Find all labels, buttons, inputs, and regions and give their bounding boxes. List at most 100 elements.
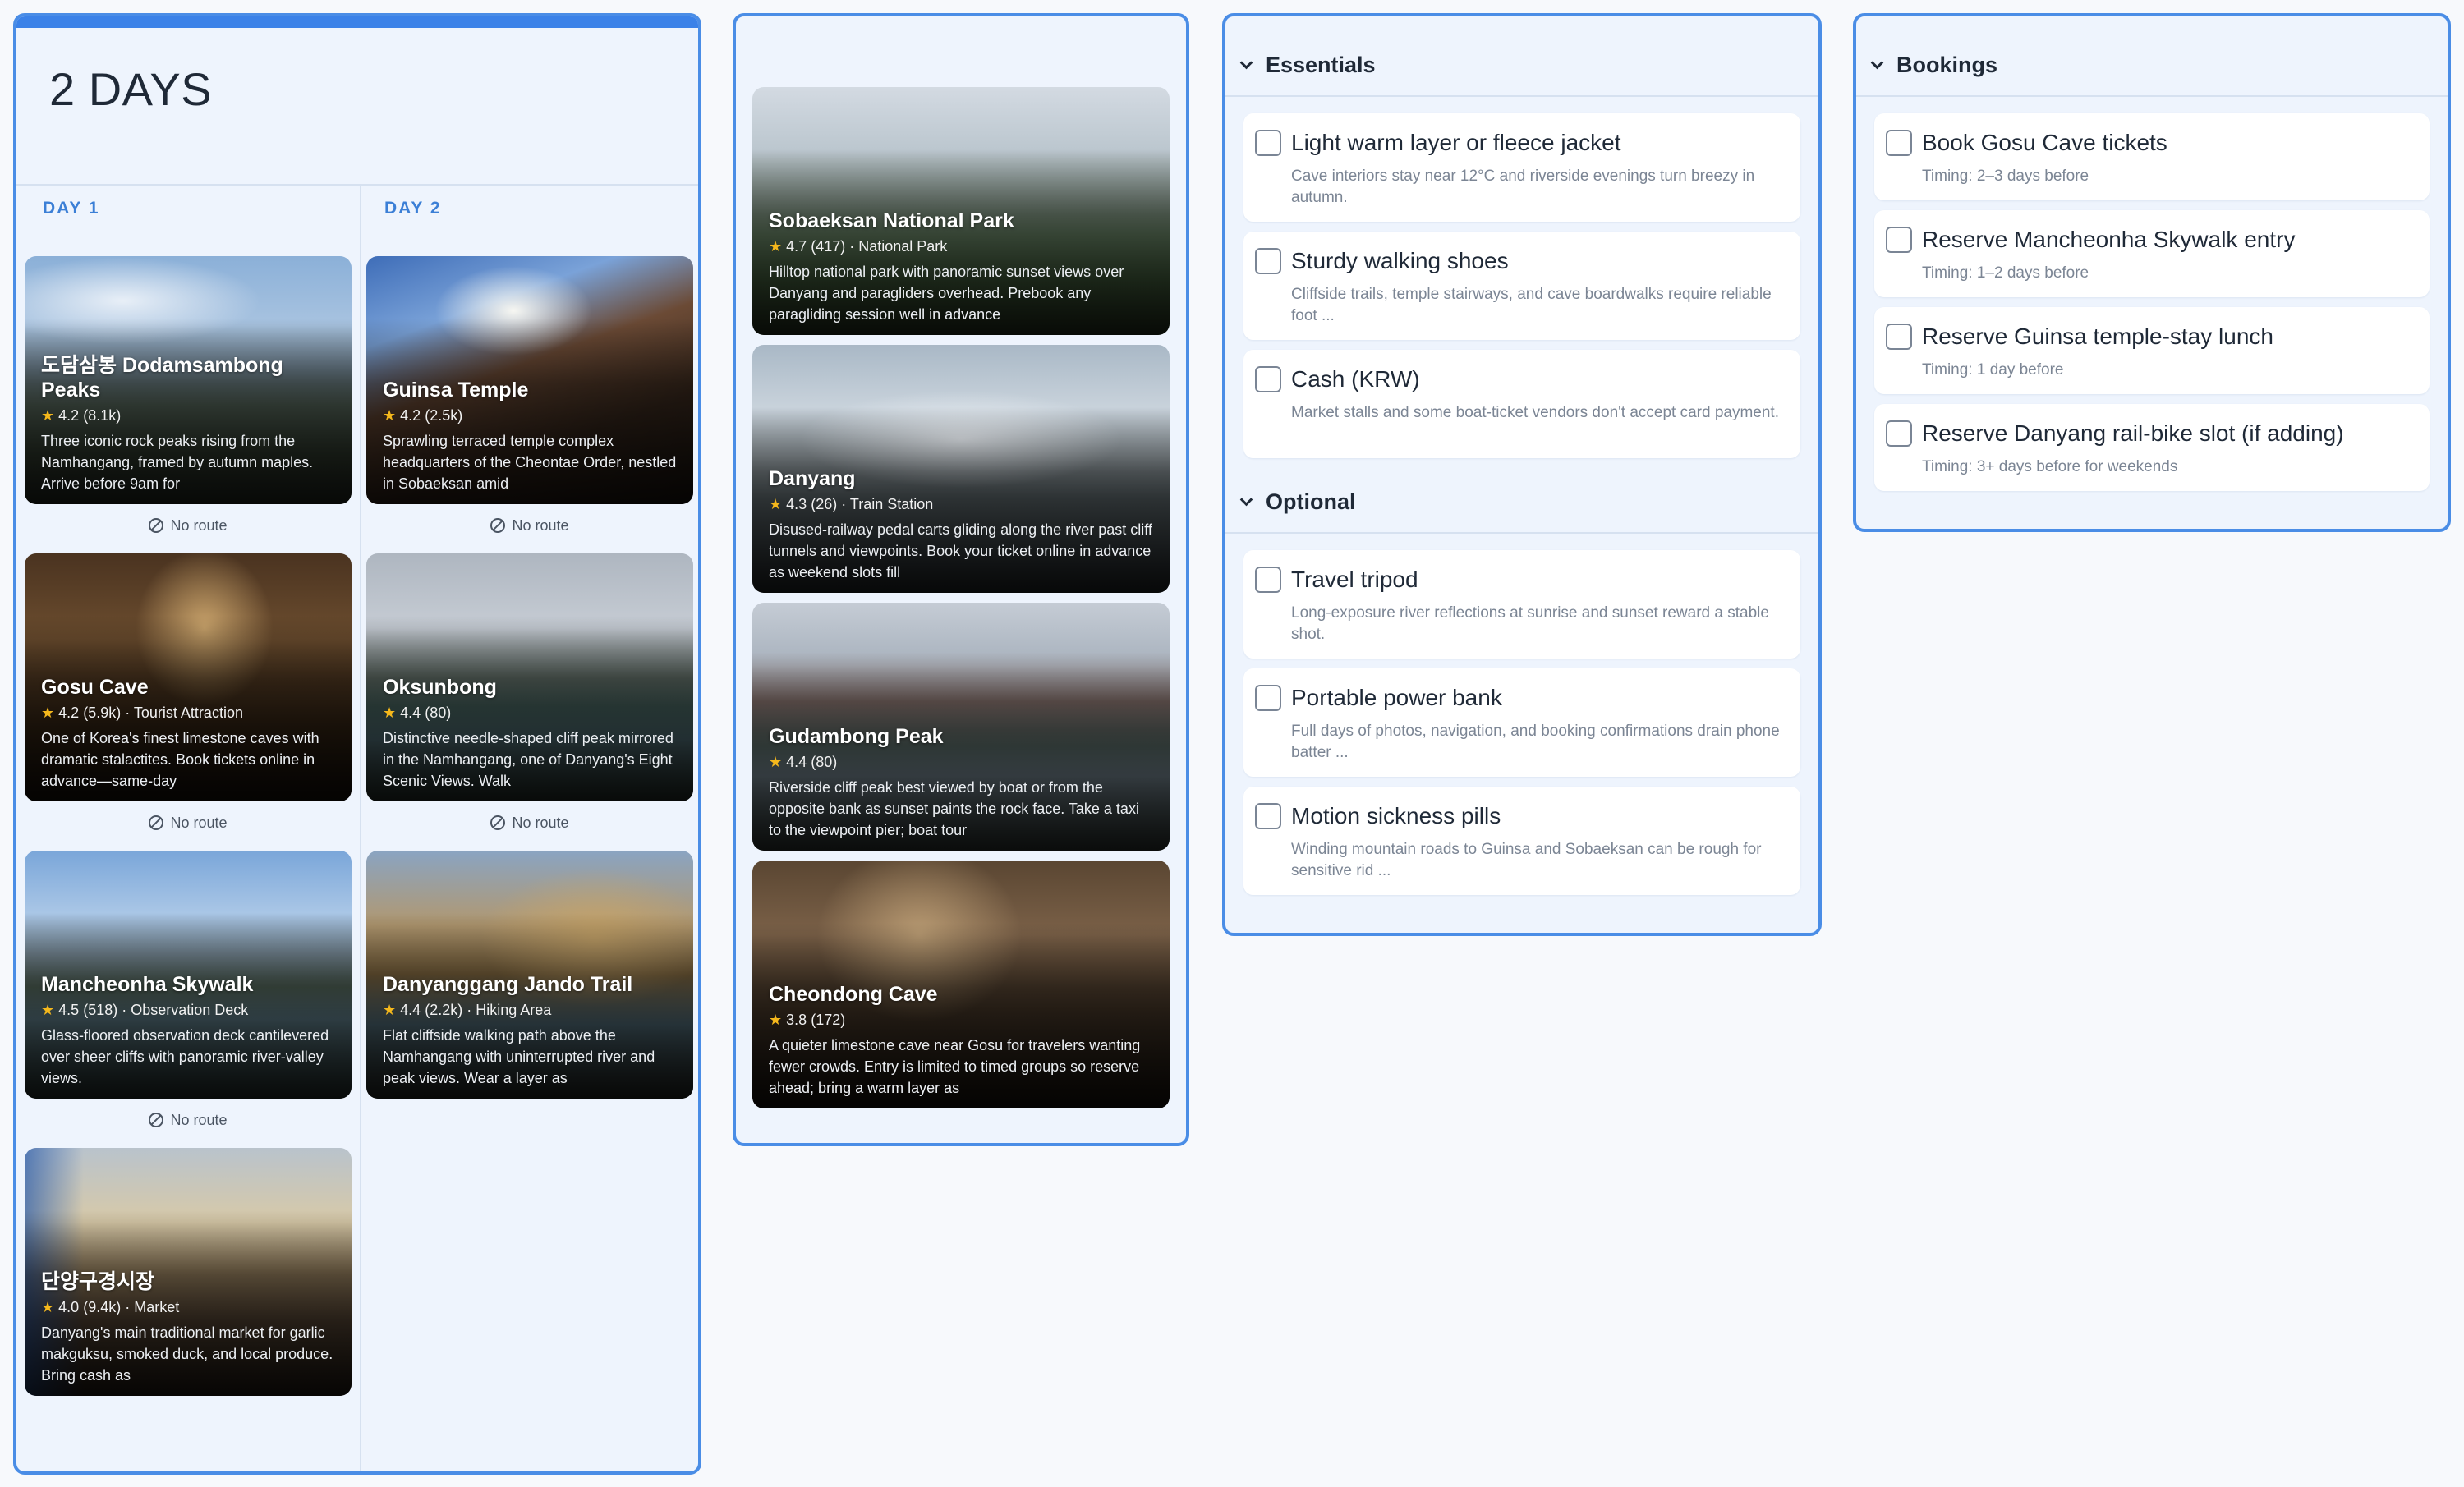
stop-name: Danyanggang Jando Trail (383, 973, 633, 996)
places-panel: Sobaeksan National Park ★ 4.7 (417) · Na… (733, 13, 1189, 1146)
item-note: Long-exposure river reflections at sunri… (1291, 604, 1769, 643)
stop-card-danyang-market[interactable]: 단양구경시장 ★ 4.0 (9.4k) · Market Danyang's m… (25, 1148, 352, 1396)
packing-item[interactable]: Portable power bank Full days of photos,… (1243, 668, 1800, 777)
item-note: Cliffside trails, temple stairways, and … (1291, 286, 1772, 324)
place-name: Sobaeksan National Park (769, 209, 1014, 232)
item-timing: Timing: 1–2 days before (1922, 264, 2089, 282)
ban-icon (149, 815, 164, 830)
item-timing: Timing: 1 day before (1922, 361, 2064, 379)
panel-accent-bar (16, 16, 698, 28)
item-note: Cave interiors stay near 12°C and rivers… (1291, 168, 1755, 206)
place-rating: ★ 4.4 (80) (769, 754, 838, 770)
itinerary-title: 2 DAYS (49, 63, 213, 115)
ban-icon (490, 815, 506, 830)
stop-card-oksunbong[interactable]: Oksunbong ★ 4.4 (80) Distinctive needle-… (366, 553, 693, 801)
star-icon: ★ (41, 704, 55, 721)
place-card-cheondong-cave[interactable]: Cheondong Cave ★ 3.8 (172) A quieter lim… (752, 861, 1170, 1108)
place-description: A quieter limestone cave near Gosu for t… (769, 1037, 1141, 1096)
ban-icon (149, 518, 164, 533)
star-icon: ★ (769, 238, 783, 255)
place-card-sobaeksan[interactable]: Sobaeksan National Park ★ 4.7 (417) · Na… (752, 87, 1170, 335)
place-description: Riverside cliff peak best viewed by boat… (769, 779, 1139, 838)
item-checkbox[interactable] (1886, 130, 1912, 156)
place-card-danyang[interactable]: Danyang ★ 4.3 (26) · Train Station Disus… (752, 345, 1170, 593)
item-checkbox[interactable] (1886, 324, 1912, 350)
stop-rating: ★ 4.5 (518) · Observation Deck (41, 1002, 249, 1018)
ban-icon (149, 1113, 164, 1127)
stop-name: 도담삼봉 Dodamsambong Peaks (41, 354, 283, 402)
divider (1225, 532, 1818, 534)
item-label: Reserve Danyang rail-bike slot (if addin… (1922, 420, 2344, 446)
route-status[interactable]: No route (25, 815, 352, 832)
item-checkbox[interactable] (1255, 248, 1281, 274)
chevron-down-icon (1870, 56, 1884, 70)
item-checkbox[interactable] (1255, 567, 1281, 593)
place-rating: ★ 4.3 (26) · Train Station (769, 496, 934, 512)
stop-description: Three iconic rock peaks rising from the … (41, 433, 314, 492)
item-label: Portable power bank (1291, 685, 1502, 710)
stop-card-dodamsambong[interactable]: 도담삼봉 Dodamsambong Peaks ★ 4.2 (8.1k) Thr… (25, 256, 352, 504)
packing-item[interactable]: Motion sickness pills Winding mountain r… (1243, 787, 1800, 895)
stop-name: Gosu Cave (41, 676, 149, 699)
place-rating: ★ 3.8 (172) (769, 1012, 846, 1028)
stop-rating: ★ 4.2 (2.5k) (383, 407, 463, 424)
item-checkbox[interactable] (1255, 366, 1281, 392)
stop-name: 단양구경시장 (41, 1270, 155, 1293)
stop-name: Guinsa Temple (383, 379, 529, 402)
stop-card-mancheonha-skywalk[interactable]: Mancheonha Skywalk ★ 4.5 (518) · Observa… (25, 851, 352, 1099)
item-checkbox[interactable] (1255, 130, 1281, 156)
star-icon: ★ (383, 704, 397, 721)
stop-rating: ★ 4.2 (8.1k) (41, 407, 122, 424)
stop-description: Danyang's main traditional market for ga… (41, 1324, 333, 1384)
stop-rating: ★ 4.4 (80) (383, 704, 452, 721)
star-icon: ★ (383, 407, 397, 424)
star-icon: ★ (383, 1002, 397, 1018)
stop-rating: ★ 4.4 (2.2k) · Hiking Area (383, 1002, 552, 1018)
item-checkbox[interactable] (1886, 420, 1912, 447)
packing-item[interactable]: Light warm layer or fleece jacket Cave i… (1243, 113, 1800, 222)
item-note: Winding mountain roads to Guinsa and Sob… (1291, 841, 1762, 879)
stop-description: Distinctive needle-shaped cliff peak mir… (383, 730, 673, 789)
item-checkbox[interactable] (1886, 227, 1912, 253)
item-label: Travel tripod (1291, 567, 1418, 592)
place-rating: ★ 4.7 (417) · National Park (769, 238, 948, 255)
item-label: Motion sickness pills (1291, 803, 1501, 828)
item-checkbox[interactable] (1255, 685, 1281, 711)
route-status[interactable]: No route (366, 517, 693, 535)
optional-toggle[interactable]: Optional (1239, 489, 1356, 515)
booking-item[interactable]: Reserve Mancheonha Skywalk entry Timing:… (1874, 210, 2430, 297)
route-status[interactable]: No route (25, 517, 352, 535)
item-timing: Timing: 2–3 days before (1922, 168, 2089, 185)
stop-card-guinsa-temple[interactable]: Guinsa Temple ★ 4.2 (2.5k) Sprawling ter… (366, 256, 693, 504)
chevron-down-icon (1239, 56, 1253, 70)
divider (1225, 95, 1818, 97)
ban-icon (490, 518, 506, 533)
route-status[interactable]: No route (25, 1112, 352, 1129)
place-name: Gudambong Peak (769, 725, 944, 748)
item-label: Reserve Mancheonha Skywalk entry (1922, 227, 2296, 252)
packing-item[interactable]: Travel tripod Long-exposure river reflec… (1243, 550, 1800, 659)
item-checkbox[interactable] (1255, 803, 1281, 829)
item-label: Book Gosu Cave tickets (1922, 130, 2167, 155)
bookings-panel: Bookings Book Gosu Cave tickets Timing: … (1853, 13, 2451, 532)
divider (16, 184, 698, 186)
packing-panel: Essentials Light warm layer or fleece ja… (1222, 13, 1822, 936)
essentials-toggle[interactable]: Essentials (1239, 53, 1376, 78)
place-card-gudambong[interactable]: Gudambong Peak ★ 4.4 (80) Riverside clif… (752, 603, 1170, 851)
stop-description: Glass-floored observation deck cantileve… (41, 1027, 329, 1086)
stop-card-jando-trail[interactable]: Danyanggang Jando Trail ★ 4.4 (2.2k) · H… (366, 851, 693, 1099)
packing-item[interactable]: Cash (KRW) Market stalls and some boat-t… (1243, 350, 1800, 458)
item-label: Light warm layer or fleece jacket (1291, 130, 1621, 155)
booking-item[interactable]: Reserve Guinsa temple-stay lunch Timing:… (1874, 307, 2430, 394)
divider (1856, 95, 2448, 97)
star-icon: ★ (769, 496, 783, 512)
stop-card-gosu-cave[interactable]: Gosu Cave ★ 4.2 (5.9k) · Tourist Attract… (25, 553, 352, 801)
star-icon: ★ (41, 1002, 55, 1018)
bookings-toggle[interactable]: Bookings (1870, 53, 1997, 78)
packing-item[interactable]: Sturdy walking shoes Cliffside trails, t… (1243, 232, 1800, 340)
star-icon: ★ (769, 754, 783, 770)
route-status[interactable]: No route (366, 815, 693, 832)
booking-item[interactable]: Reserve Danyang rail-bike slot (if addin… (1874, 404, 2430, 491)
booking-item[interactable]: Book Gosu Cave tickets Timing: 2–3 days … (1874, 113, 2430, 200)
stop-rating: ★ 4.0 (9.4k) · Market (41, 1299, 180, 1315)
